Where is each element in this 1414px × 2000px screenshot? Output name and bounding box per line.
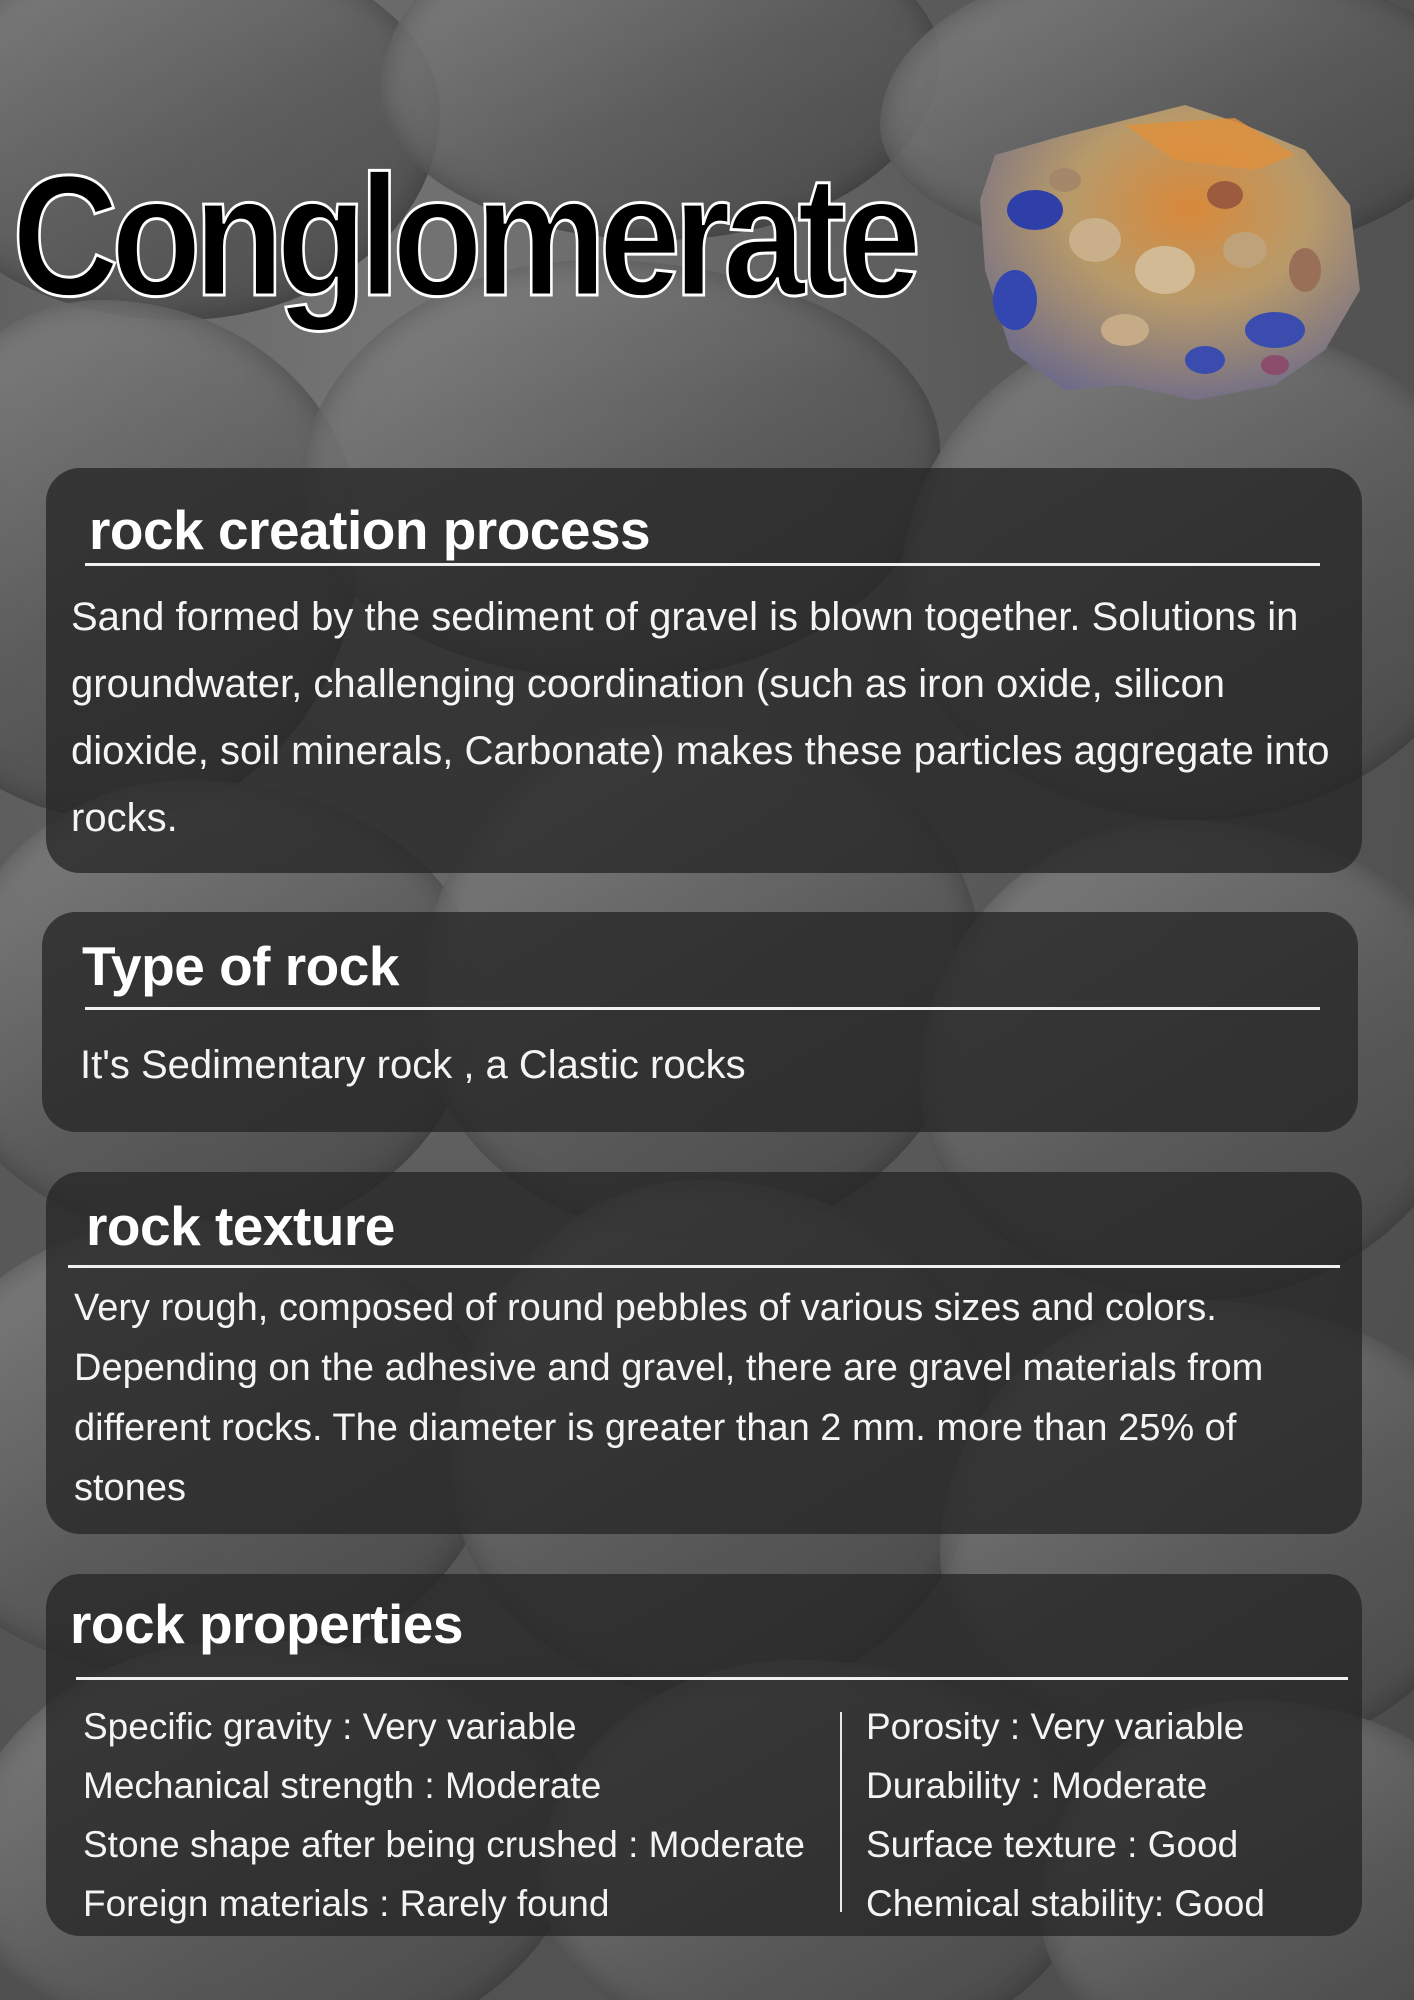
properties-left-list: Specific gravity : Very variable Mechani… [83, 1697, 805, 1933]
heading-divider [76, 1677, 1348, 1680]
property-item: Chemical stability: Good [866, 1883, 1265, 1924]
section-body: It's Sedimentary rock , a Clastic rocks [80, 1043, 746, 1087]
section-heading: Type of rock [82, 935, 399, 997]
properties-right-list: Porosity : Very variable Durability : Mo… [866, 1697, 1265, 1933]
property-item: Stone shape after being crushed : Modera… [83, 1824, 805, 1865]
section-heading: rock properties [70, 1593, 463, 1655]
heading-divider [85, 1007, 1320, 1010]
property-item: Foreign materials : Rarely found [83, 1883, 610, 1924]
section-body: Very rough, composed of round pebbles of… [74, 1287, 1264, 1509]
rock-properties-panel: rock properties Specific gravity : Very … [46, 1574, 1362, 1936]
conglomerate-rock-image [980, 105, 1360, 400]
property-item: Specific gravity : Very variable [83, 1706, 577, 1747]
section-heading: rock texture [86, 1195, 395, 1257]
rock-texture-panel: rock texture Very rough, composed of rou… [46, 1172, 1362, 1534]
column-divider [840, 1712, 842, 1912]
property-item: Porosity : Very variable [866, 1706, 1245, 1747]
heading-divider [68, 1265, 1340, 1268]
property-item: Durability : Moderate [866, 1765, 1208, 1806]
page-title: Conglomerate [11, 140, 923, 332]
type-of-rock-panel: Type of rock It's Sedimentary rock , a C… [42, 912, 1358, 1132]
property-item: Surface texture : Good [866, 1824, 1239, 1865]
heading-divider [85, 563, 1320, 566]
rock-creation-process-panel: rock creation process Sand formed by the… [46, 468, 1362, 873]
property-item: Mechanical strength : Moderate [83, 1765, 602, 1806]
section-body: Sand formed by the sediment of gravel is… [71, 595, 1330, 840]
section-heading: rock creation process [89, 499, 651, 561]
